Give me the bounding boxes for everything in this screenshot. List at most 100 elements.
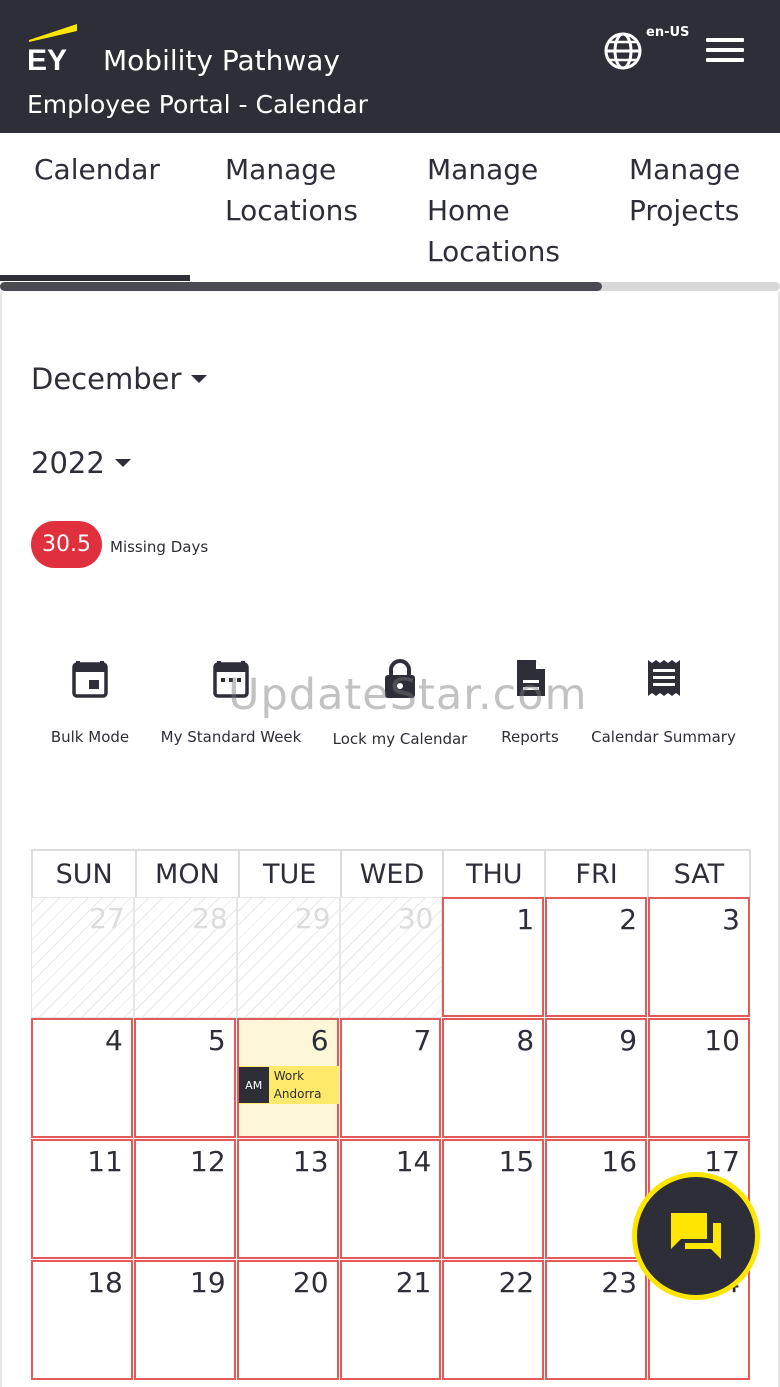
day-number: 29 bbox=[294, 902, 331, 935]
calendar-summary-button[interactable]: Calendar Summary bbox=[586, 658, 741, 746]
bulk-mode-button[interactable]: Bulk Mode bbox=[40, 658, 140, 746]
day-number: 20 bbox=[292, 1266, 329, 1299]
chat-button[interactable] bbox=[632, 1172, 760, 1300]
tab-manage-locations[interactable]: Manage Locations bbox=[225, 149, 385, 231]
day-number: 28 bbox=[192, 902, 228, 935]
day-number: 8 bbox=[516, 1024, 535, 1057]
month-value: December bbox=[31, 362, 182, 396]
lock-my-calendar-label: Lock my Calendar bbox=[332, 730, 468, 748]
day-number: 3 bbox=[722, 903, 740, 936]
lock-icon bbox=[385, 659, 415, 698]
calendar-day[interactable]: 23 bbox=[545, 1260, 648, 1380]
month-calendar: SUN MON TUE WED THU FRI SAT 27 28 29 30 … bbox=[31, 849, 751, 1381]
calendar-day[interactable]: 4 bbox=[31, 1018, 133, 1138]
day-number: 7 bbox=[413, 1024, 432, 1057]
entry-type: Work bbox=[273, 1069, 305, 1083]
receipt-icon bbox=[647, 660, 680, 696]
active-tab-indicator bbox=[0, 275, 190, 281]
my-standard-week-button[interactable]: My Standard Week bbox=[156, 658, 306, 746]
missing-days-label: Missing Days bbox=[110, 538, 209, 556]
calendar-day-prev-month: 27 bbox=[31, 897, 134, 1018]
page-subtitle: Employee Portal - Calendar bbox=[27, 90, 368, 119]
tab-scrollbar-thumb[interactable] bbox=[0, 282, 602, 291]
day-number: 11 bbox=[87, 1145, 123, 1178]
calendar-day[interactable]: 8 bbox=[442, 1018, 545, 1138]
chevron-down-icon bbox=[114, 459, 131, 467]
lock-my-calendar-button[interactable]: Lock my Calendar bbox=[326, 658, 474, 748]
missing-days-badge: 30.5 bbox=[31, 521, 102, 568]
calendar-day-prev-month: 28 bbox=[133, 897, 237, 1018]
my-standard-week-label: My Standard Week bbox=[160, 728, 302, 746]
day-number: 18 bbox=[87, 1266, 123, 1299]
tab-manage-projects[interactable]: Manage Projects bbox=[629, 149, 779, 231]
calendar-summary-label: Calendar Summary bbox=[591, 728, 736, 746]
calendar-day[interactable]: 12 bbox=[133, 1139, 236, 1259]
entry-period-tag: AM bbox=[238, 1067, 269, 1103]
calendar-week-icon bbox=[213, 661, 249, 698]
day-number: 1 bbox=[516, 903, 535, 936]
weekday-header: SAT bbox=[646, 851, 749, 897]
calendar-day-prev-month: 29 bbox=[236, 897, 340, 1018]
calendar-day[interactable]: 19 bbox=[133, 1260, 236, 1380]
ey-logo: EY bbox=[27, 24, 77, 74]
calendar-entry[interactable]: AM Work Andorra bbox=[238, 1066, 339, 1104]
svg-text:EY: EY bbox=[27, 44, 67, 74]
year-select[interactable]: 2022 bbox=[31, 446, 131, 480]
chevron-down-icon bbox=[191, 375, 208, 383]
locale-label[interactable]: en-US bbox=[646, 25, 689, 40]
calendar-day[interactable]: 22 bbox=[442, 1260, 545, 1380]
day-number: 10 bbox=[704, 1024, 740, 1057]
month-select[interactable]: December bbox=[31, 362, 208, 396]
globe-icon[interactable] bbox=[602, 30, 644, 72]
chat-icon bbox=[671, 1213, 721, 1259]
reports-label: Reports bbox=[501, 728, 559, 746]
calendar-grid: 27 28 29 30 1 2 3 4 5 6 AM Work Andorra … bbox=[31, 897, 751, 1381]
day-number: 15 bbox=[498, 1145, 535, 1178]
day-number: 5 bbox=[207, 1024, 226, 1057]
reports-button[interactable]: Reports bbox=[494, 658, 566, 746]
day-number: 16 bbox=[601, 1145, 638, 1178]
day-number: 12 bbox=[190, 1145, 226, 1178]
app-title: Mobility Pathway bbox=[103, 44, 340, 77]
weekday-header: WED bbox=[339, 851, 442, 897]
weekday-header: TUE bbox=[237, 851, 340, 897]
calendar-day[interactable]: 20 bbox=[236, 1260, 339, 1380]
calendar-day[interactable]: 3 bbox=[648, 897, 750, 1017]
day-number: 2 bbox=[619, 903, 638, 936]
calendar-day-prev-month: 30 bbox=[339, 897, 443, 1018]
calendar-day[interactable]: 9 bbox=[545, 1018, 648, 1138]
weekday-header: FRI bbox=[544, 851, 646, 897]
app-header: EY Mobility Pathway Employee Portal - Ca… bbox=[0, 0, 780, 133]
hamburger-menu-icon[interactable] bbox=[706, 38, 744, 64]
calendar-day[interactable]: 7 bbox=[339, 1018, 442, 1138]
day-number: 21 bbox=[395, 1266, 432, 1299]
day-number: 27 bbox=[89, 902, 125, 935]
day-number: 30 bbox=[397, 902, 434, 935]
calendar-day[interactable]: 14 bbox=[339, 1139, 442, 1259]
document-icon bbox=[517, 660, 545, 696]
year-value: 2022 bbox=[31, 446, 105, 480]
tab-calendar[interactable]: Calendar bbox=[34, 149, 204, 190]
calendar-day[interactable]: 13 bbox=[236, 1139, 339, 1259]
weekday-header: SUN bbox=[55, 858, 113, 890]
calendar-day[interactable]: 21 bbox=[339, 1260, 442, 1380]
tab-bar: Calendar Manage Locations Manage Home Lo… bbox=[0, 133, 780, 293]
day-number: 4 bbox=[105, 1024, 123, 1057]
calendar-day[interactable]: 5 bbox=[133, 1018, 236, 1138]
weekday-header-row: SUN MON TUE WED THU FRI SAT bbox=[31, 849, 751, 897]
calendar-day[interactable]: 2 bbox=[545, 897, 648, 1017]
calendar-day-today[interactable]: 6 AM Work Andorra bbox=[236, 1018, 339, 1138]
entry-text: Work Andorra bbox=[274, 1067, 322, 1103]
calendar-day[interactable]: 11 bbox=[31, 1139, 133, 1259]
entry-location: Andorra bbox=[273, 1087, 322, 1101]
tab-manage-home-locations[interactable]: Manage Home Locations bbox=[427, 149, 587, 272]
calendar-day[interactable]: 10 bbox=[648, 1018, 750, 1138]
calendar-day[interactable]: 1 bbox=[442, 897, 545, 1017]
bulk-mode-label: Bulk Mode bbox=[50, 728, 130, 746]
day-number: 6 bbox=[310, 1024, 329, 1057]
calendar-day[interactable]: 18 bbox=[31, 1260, 133, 1380]
day-number: 13 bbox=[292, 1145, 329, 1178]
day-number: 23 bbox=[601, 1266, 638, 1299]
day-number: 14 bbox=[395, 1145, 432, 1178]
calendar-day[interactable]: 15 bbox=[442, 1139, 545, 1259]
